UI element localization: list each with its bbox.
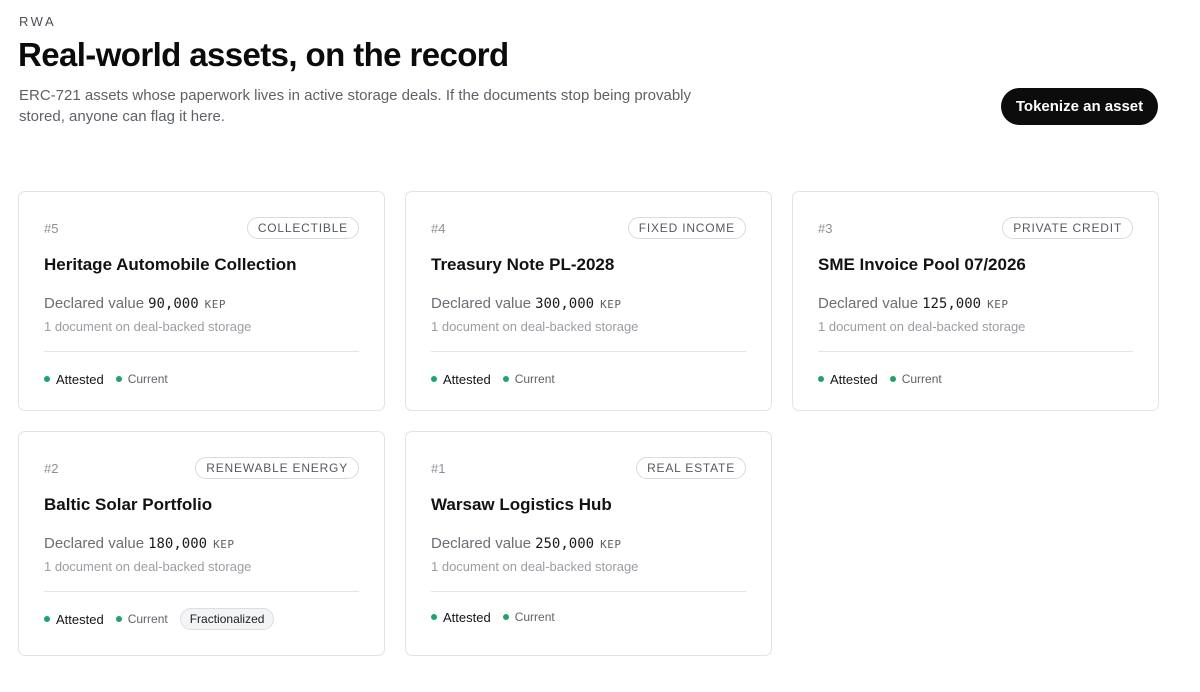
current-label: Current [514,610,555,624]
declared-value-amount: 250,000 [535,536,595,552]
status-dot-icon [818,376,824,382]
asset-title: SME Invoice Pool 07/2026 [818,255,1026,274]
declared-value: Declared value 250,000 KEP [431,535,621,552]
current-status: Current [115,372,168,386]
asset-card[interactable]: #5 COLLECTIBLE Heritage Automobile Colle… [18,191,385,411]
page-subtitle: ERC-721 assets whose paperwork lives in … [19,87,692,125]
attested-label: Attested [830,371,878,387]
current-status: Current [115,612,168,626]
status-dot-icon [889,376,896,382]
attested-label: Attested [443,371,491,387]
divider [818,351,1133,352]
category-badge: RENEWABLE ENERGY [195,457,359,479]
attested-label: Attested [56,371,104,387]
category-badge: FIXED INCOME [627,217,746,239]
status-dot-icon [44,616,50,622]
declared-value-amount: 180,000 [148,536,208,552]
asset-card[interactable]: #2 RENEWABLE ENERGY Baltic Solar Portfol… [18,431,385,656]
status-dot-icon [431,376,437,382]
declared-value-unit: KEP [600,538,622,551]
declared-value-amount: 125,000 [922,296,982,312]
document-count: 1 document on deal-backed storage [44,559,252,574]
declared-value-label: Declared value [44,535,145,552]
declared-value: Declared value 125,000 KEP [818,295,1008,312]
category-badge: REAL ESTATE [636,457,746,479]
declared-value-amount: 300,000 [535,296,595,312]
asset-card[interactable]: #3 PRIVATE CREDIT SME Invoice Pool 07/20… [792,191,1159,411]
declared-value-amount: 90,000 [148,296,199,312]
attested-status: Attested [44,372,104,387]
attested-status: Attested [431,372,491,387]
document-count: 1 document on deal-backed storage [431,559,639,574]
document-count: 1 document on deal-backed storage [818,319,1026,334]
attested-status: Attested [44,612,104,627]
declared-value-unit: KEP [213,538,235,551]
status-dot-icon [115,376,122,382]
category-badge: PRIVATE CREDIT [1002,217,1133,239]
attested-label: Attested [443,609,491,625]
declared-value-unit: KEP [204,298,227,311]
declared-value: Declared value 180,000 KEP [44,535,234,552]
status-dot-icon [44,376,50,382]
document-count: 1 document on deal-backed storage [431,319,639,334]
divider [431,591,746,592]
declared-value-label: Declared value [431,535,532,552]
declared-value: Declared value 300,000 KEP [431,295,621,312]
declared-value-label: Declared value [44,295,145,312]
document-count: 1 document on deal-backed storage [44,319,252,334]
current-label: Current [901,372,942,386]
current-status: Current [502,610,555,624]
current-label: Current [514,372,555,386]
declared-value: Declared value 90,000 KEP [44,295,226,312]
category-badge: COLLECTIBLE [246,217,359,239]
fractionalized-badge: Fractionalized [179,608,275,630]
divider [44,591,359,592]
asset-card[interactable]: #4 FIXED INCOME Treasury Note PL-2028 De… [405,191,772,411]
status-dot-icon [502,614,509,620]
asset-id: #3 [818,221,833,236]
asset-title: Treasury Note PL-2028 [431,255,615,274]
attested-status: Attested [431,610,491,625]
status-row: Attested Current [431,607,567,627]
current-status: Current [502,372,555,386]
asset-id: #4 [431,221,446,236]
asset-title: Warsaw Logistics Hub [431,495,612,514]
declared-value-unit: KEP [987,298,1009,311]
declared-value-label: Declared value [818,295,919,312]
attested-label: Attested [56,611,104,627]
status-dot-icon [115,616,122,622]
asset-id: #1 [431,461,446,476]
current-status: Current [889,372,942,386]
asset-title: Heritage Automobile Collection [44,255,297,274]
current-label: Current [127,372,168,386]
page-eyebrow: RWA [19,14,57,29]
status-dot-icon [502,376,509,382]
asset-title: Baltic Solar Portfolio [44,495,213,514]
declared-value-label: Declared value [431,295,532,312]
status-row: Attested Current [431,369,567,389]
declared-value-unit: KEP [600,298,622,311]
divider [431,351,746,352]
asset-id: #2 [44,461,59,476]
current-label: Current [127,612,168,626]
status-dot-icon [431,614,437,620]
asset-id: #5 [44,221,59,236]
asset-card[interactable]: #1 REAL ESTATE Warsaw Logistics Hub Decl… [405,431,772,656]
status-row: Attested Current Fractionalized [44,608,275,630]
attested-status: Attested [818,372,878,387]
divider [44,351,359,352]
status-row: Attested Current [44,369,180,389]
tokenize-asset-button[interactable]: Tokenize an asset [1001,88,1158,125]
status-row: Attested Current [818,369,954,389]
page-title: Real-world assets, on the record [18,36,509,73]
